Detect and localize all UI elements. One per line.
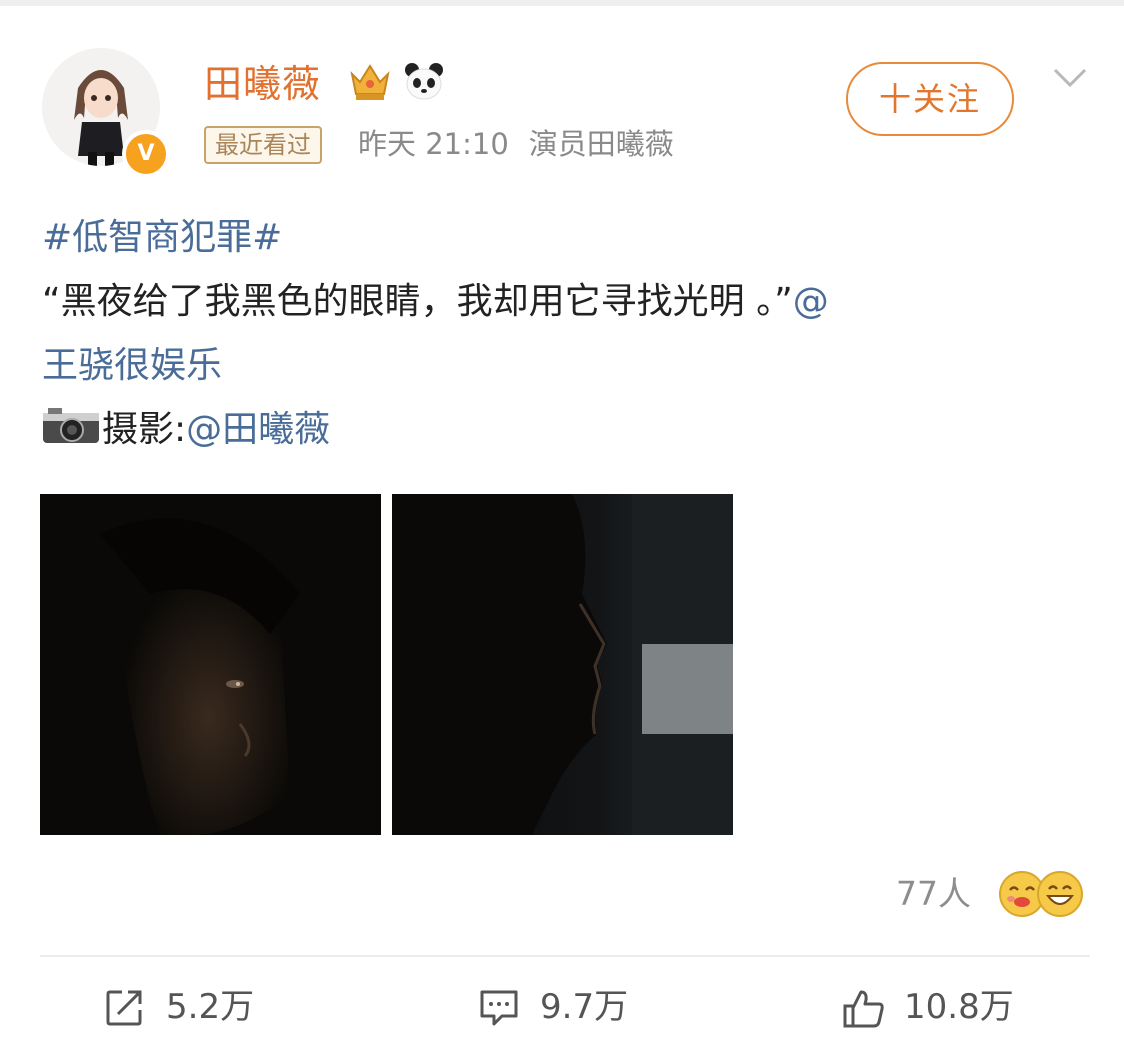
mention-link[interactable]: 王骁很娱乐: [42, 345, 222, 386]
thumbs-up-icon: [843, 990, 884, 1028]
photo-credit-label: 摄影:: [102, 409, 187, 450]
post-content: #低智商犯罪# “黑夜给了我黑色的眼睛，我却用它寻找光明 。”@ 王骁很娱乐 摄…: [42, 206, 1092, 462]
action-divider: [40, 955, 1090, 957]
like-button[interactable]: 10.8万: [842, 982, 1042, 1032]
comment-count: 9.7万: [540, 987, 629, 1027]
mention-at[interactable]: @: [793, 281, 829, 322]
hashtag-link[interactable]: #低智商犯罪#: [42, 217, 282, 258]
panda-icon: [405, 63, 443, 100]
chevron-down-icon[interactable]: [1052, 66, 1088, 90]
author-name[interactable]: 田曦薇: [204, 60, 321, 108]
repost-icon: [106, 990, 142, 1026]
photo-credit-mention[interactable]: @田曦薇: [186, 409, 330, 450]
emoji-icon: [1037, 871, 1083, 917]
verified-badge: V: [122, 130, 170, 178]
camera-icon: [43, 408, 99, 443]
repost-button[interactable]: 5.2万: [104, 982, 304, 1032]
recently-viewed-tag: 最近看过: [204, 126, 322, 164]
post-time: 昨天 21:10: [358, 127, 509, 161]
follow-button[interactable]: 十关注: [846, 62, 1014, 136]
comment-icon: [480, 990, 518, 1026]
comment-button[interactable]: 9.7万: [478, 982, 678, 1032]
likers-count[interactable]: 77人: [896, 870, 971, 918]
like-count: 10.8万: [904, 987, 1014, 1027]
post-photo-2[interactable]: [392, 494, 733, 835]
post-meta: 昨天 21:10 演员田曦薇: [358, 124, 674, 164]
post-text-line: “黑夜给了我黑色的眼睛，我却用它寻找光明 。”: [42, 281, 793, 322]
post-photo-1[interactable]: [40, 494, 381, 835]
top-divider: [0, 0, 1124, 6]
post-source: 演员田曦薇: [528, 127, 674, 161]
crown-badge-icon: [350, 64, 390, 100]
repost-count: 5.2万: [166, 987, 255, 1027]
